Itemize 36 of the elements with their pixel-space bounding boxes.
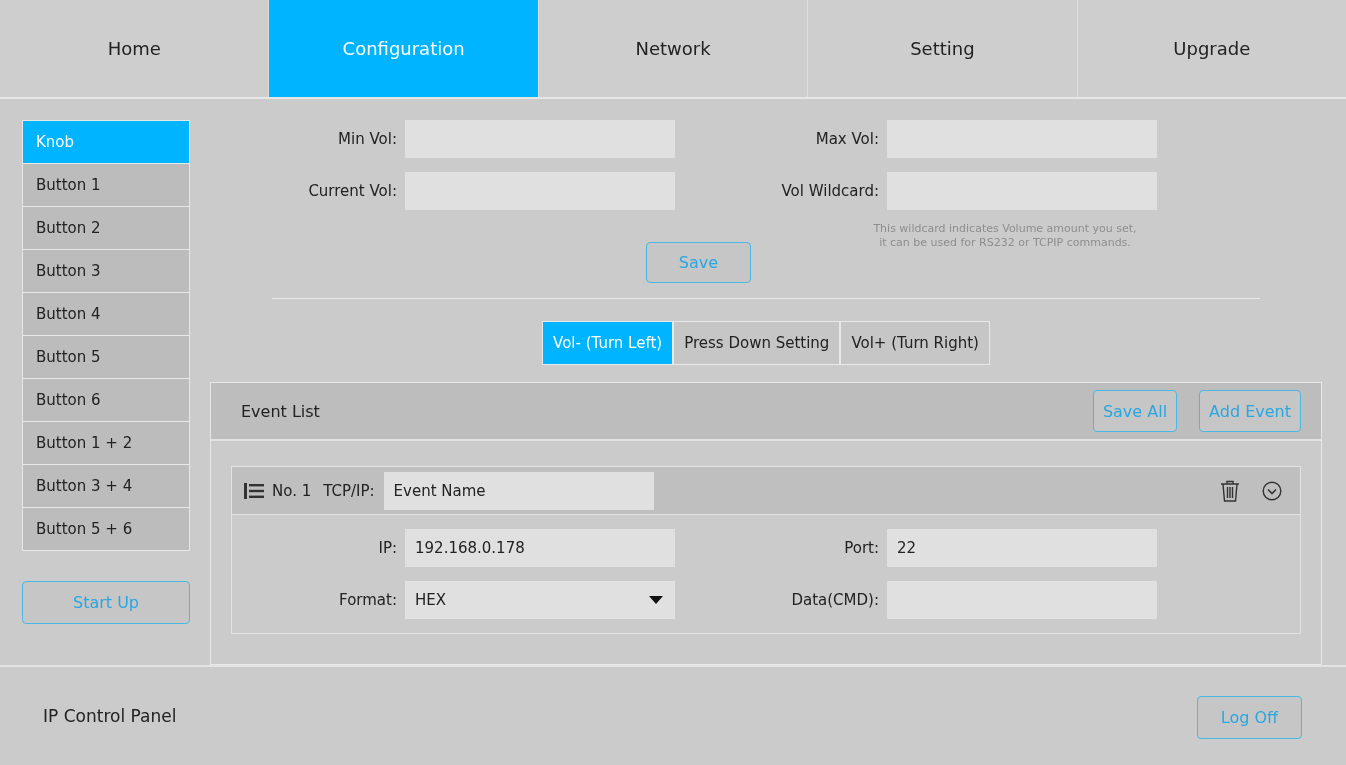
event-tab[interactable]: Press Down Setting — [673, 321, 841, 365]
nav-tab[interactable]: Setting — [807, 0, 1077, 97]
sidebar-item[interactable]: Button 3 + 4 — [23, 465, 189, 507]
field-label: Vol Wildcard: — [780, 182, 879, 200]
nav-tab[interactable]: Network — [537, 0, 808, 97]
event-name-field[interactable]: Event Name — [383, 471, 654, 510]
field-label: Data(CMD): — [790, 591, 879, 609]
field-label: Current Vol: — [307, 182, 397, 200]
sidebar-item[interactable]: Button 6 — [23, 379, 189, 421]
input-field[interactable]: 22 — [887, 529, 1157, 567]
event-tab[interactable]: Vol+ (Turn Right) — [840, 321, 990, 365]
sidebar-item[interactable]: Button 5 + 6 — [23, 508, 189, 550]
sidebar-item[interactable]: Button 5 — [23, 336, 189, 378]
field-label: Format: — [338, 591, 397, 609]
sidebar-item[interactable]: Button 3 — [23, 250, 189, 292]
trash-icon[interactable] — [1220, 479, 1240, 502]
hint-text: This wildcard indicates Volume amount you set, it can be used for RS232 or TCPIP commands. — [872, 222, 1138, 251]
input-field[interactable]: 192.168.0.178 — [405, 529, 675, 567]
sidebar-item[interactable]: Button 2 — [23, 207, 189, 249]
nav-tab[interactable]: Upgrade — [1076, 0, 1346, 97]
footer-title: IP Control Panel — [43, 706, 177, 726]
dropdown[interactable]: HEX — [405, 581, 675, 619]
field-label: Max Vol: — [814, 130, 879, 148]
chevron-down-circle-icon[interactable] — [1262, 480, 1282, 501]
list-icon[interactable] — [244, 481, 264, 500]
event-number: No. 1 — [272, 481, 312, 500]
field-label: Min Vol: — [337, 130, 397, 148]
event-list-title: Event List — [241, 401, 320, 421]
field-label: TCP/IP: — [323, 481, 375, 500]
nav-tab[interactable]: Home — [0, 0, 269, 97]
sidebar-item[interactable]: Button 4 — [23, 293, 189, 335]
field-label: IP: — [377, 539, 397, 557]
field-label: Port: — [843, 539, 879, 557]
sidebar-item[interactable]: Button 1 — [23, 164, 189, 206]
caret-down-icon — [649, 596, 663, 604]
sidebar-item[interactable]: Button 1 + 2 — [23, 422, 189, 464]
